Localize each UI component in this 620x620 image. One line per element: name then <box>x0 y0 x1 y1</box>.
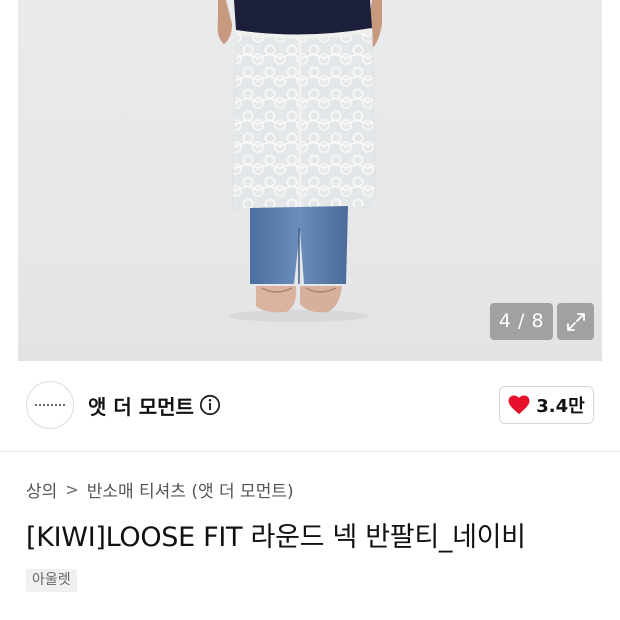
brand-logo-mark <box>35 404 65 406</box>
breadcrumb-item-subcategory[interactable]: 반소매 티셔츠 (앳 더 모먼트) <box>87 477 294 502</box>
brand-row: 앳 더 모먼트 3.4만 <box>0 361 620 452</box>
breadcrumb-separator: > <box>65 479 79 499</box>
brand-logo[interactable] <box>26 381 74 429</box>
breadcrumb-item-category[interactable]: 상의 <box>26 477 57 502</box>
outlet-tag: 아울렛 <box>26 569 77 592</box>
product-image-gallery[interactable]: 4 / 8 <box>0 0 620 361</box>
info-circle-icon[interactable] <box>199 394 221 416</box>
expand-arrows-icon <box>566 312 585 331</box>
breadcrumb: 상의 > 반소매 티셔츠 (앳 더 모먼트) <box>26 477 294 502</box>
image-counter: 4 / 8 <box>490 303 553 340</box>
product-title: [KIWI]LOOSE FIT 라운드 넥 반팔티_네이비 <box>26 522 526 553</box>
like-count: 3.4만 <box>536 396 585 417</box>
heart-icon <box>508 395 530 415</box>
brand-name[interactable]: 앳 더 모먼트 <box>88 391 194 420</box>
like-button[interactable]: 3.4만 <box>499 386 594 424</box>
expand-image-button[interactable] <box>557 303 594 340</box>
